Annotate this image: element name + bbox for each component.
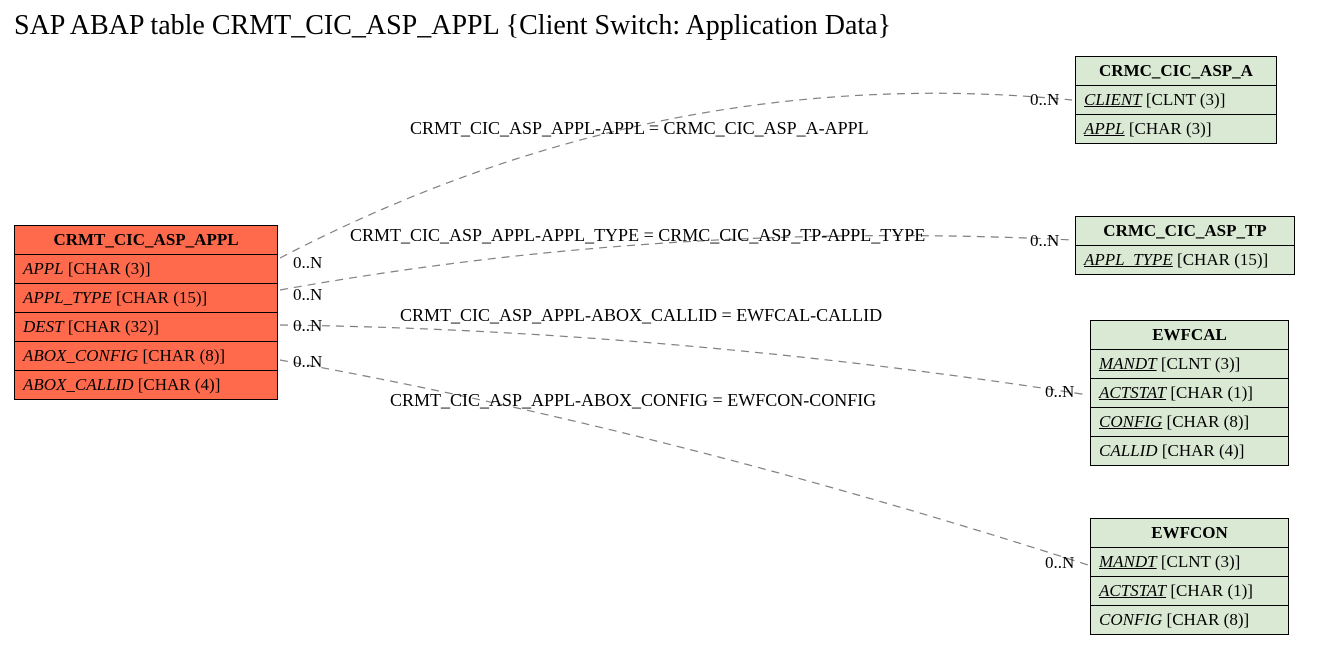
entity-field: APPL [CHAR (3)] [1076, 115, 1276, 143]
entity-field: APPL_TYPE [CHAR (15)] [15, 284, 277, 313]
entity-crmc-cic-asp-tp: CRMC_CIC_ASP_TP APPL_TYPE [CHAR (15)] [1075, 216, 1295, 275]
diagram-canvas: { "title": "SAP ABAP table CRMT_CIC_ASP_… [0, 0, 1325, 650]
entity-ewfcal: EWFCAL MANDT [CLNT (3)] ACTSTAT [CHAR (1… [1090, 320, 1289, 466]
cardinality: 0..N [293, 352, 322, 372]
entity-field: ACTSTAT [CHAR (1)] [1091, 577, 1288, 606]
entity-header: EWFCON [1091, 519, 1288, 548]
cardinality: 0..N [1030, 90, 1059, 110]
entity-header: EWFCAL [1091, 321, 1288, 350]
relation-label: CRMT_CIC_ASP_APPL-APPL = CRMC_CIC_ASP_A-… [410, 118, 869, 139]
entity-crmc-cic-asp-a: CRMC_CIC_ASP_A CLIENT [CLNT (3)] APPL [C… [1075, 56, 1277, 144]
entity-field: MANDT [CLNT (3)] [1091, 548, 1288, 577]
entity-field: MANDT [CLNT (3)] [1091, 350, 1288, 379]
entity-field: APPL_TYPE [CHAR (15)] [1076, 246, 1294, 274]
relation-label: CRMT_CIC_ASP_APPL-ABOX_CONFIG = EWFCON-C… [390, 390, 876, 411]
entity-field: CONFIG [CHAR (8)] [1091, 606, 1288, 634]
entity-ewfcon: EWFCON MANDT [CLNT (3)] ACTSTAT [CHAR (1… [1090, 518, 1289, 635]
entity-main: CRMT_CIC_ASP_APPL APPL [CHAR (3)] APPL_T… [14, 225, 278, 400]
entity-field: CLIENT [CLNT (3)] [1076, 86, 1276, 115]
entity-field: CALLID [CHAR (4)] [1091, 437, 1288, 465]
entity-header: CRMC_CIC_ASP_A [1076, 57, 1276, 86]
relation-label: CRMT_CIC_ASP_APPL-ABOX_CALLID = EWFCAL-C… [400, 305, 882, 326]
page-title: SAP ABAP table CRMT_CIC_ASP_APPL {Client… [14, 10, 891, 42]
cardinality: 0..N [293, 285, 322, 305]
entity-field: ACTSTAT [CHAR (1)] [1091, 379, 1288, 408]
entity-field: APPL [CHAR (3)] [15, 255, 277, 284]
cardinality: 0..N [1045, 382, 1074, 402]
entity-field: CONFIG [CHAR (8)] [1091, 408, 1288, 437]
cardinality: 0..N [293, 316, 322, 336]
entity-field: ABOX_CALLID [CHAR (4)] [15, 371, 277, 399]
cardinality: 0..N [1030, 231, 1059, 251]
cardinality: 0..N [1045, 553, 1074, 573]
entity-field: ABOX_CONFIG [CHAR (8)] [15, 342, 277, 371]
entity-field: DEST [CHAR (32)] [15, 313, 277, 342]
entity-header: CRMC_CIC_ASP_TP [1076, 217, 1294, 246]
cardinality: 0..N [293, 253, 322, 273]
relation-label: CRMT_CIC_ASP_APPL-APPL_TYPE = CRMC_CIC_A… [350, 225, 925, 246]
entity-main-header: CRMT_CIC_ASP_APPL [15, 226, 277, 255]
